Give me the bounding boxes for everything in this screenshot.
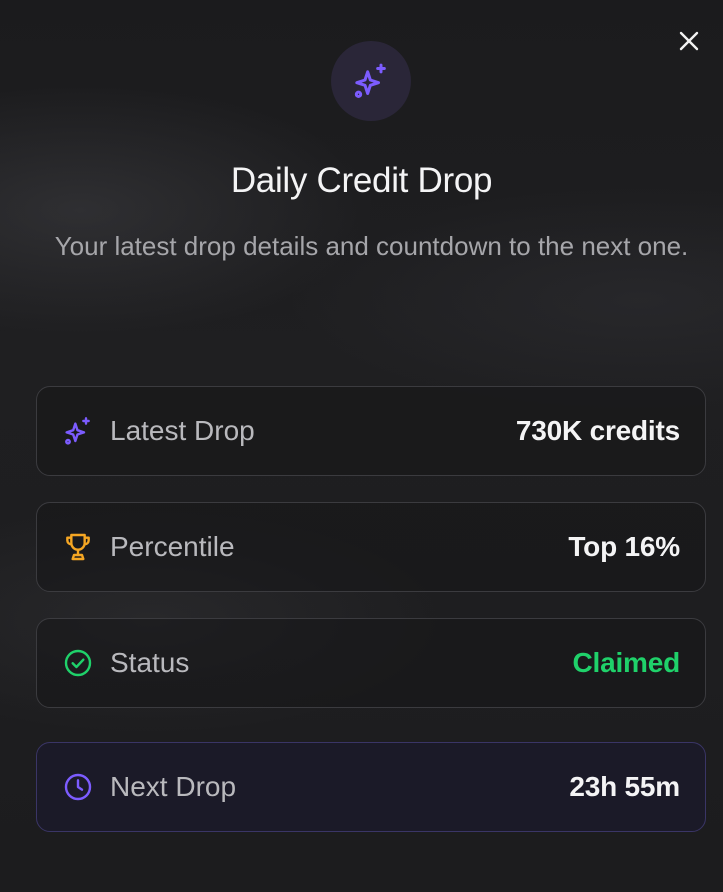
- check-circle-icon: [61, 646, 95, 680]
- percentile-row: Percentile Top 16%: [36, 502, 706, 592]
- next-drop-row: Next Drop 23h 55m: [36, 742, 706, 832]
- status-row: Status Claimed: [36, 618, 706, 708]
- latest-drop-row: Latest Drop 730K credits: [36, 386, 706, 476]
- close-button[interactable]: [674, 26, 704, 56]
- status-label: Status: [110, 647, 190, 678]
- trophy-icon: [61, 530, 95, 564]
- credit-drop-modal: Daily Credit Drop Your latest drop detai…: [0, 0, 723, 892]
- hero-icon-badge: [331, 41, 411, 121]
- percentile-label: Percentile: [110, 531, 235, 562]
- latest-drop-label: Latest Drop: [110, 415, 255, 446]
- page-subtitle: Your latest drop details and countdown t…: [54, 231, 689, 261]
- page-title: Daily Credit Drop: [230, 161, 493, 200]
- close-icon: [679, 31, 699, 51]
- status-badge: Claimed: [572, 647, 680, 678]
- latest-drop-value: 730K credits: [515, 415, 680, 446]
- next-drop-label: Next Drop: [110, 771, 237, 802]
- sparkles-icon: [354, 63, 386, 99]
- percentile-value: Top 16%: [568, 531, 680, 562]
- next-drop-countdown: 23h 55m: [569, 771, 680, 802]
- clock-icon: [61, 770, 95, 804]
- sparkles-icon: [61, 414, 95, 448]
